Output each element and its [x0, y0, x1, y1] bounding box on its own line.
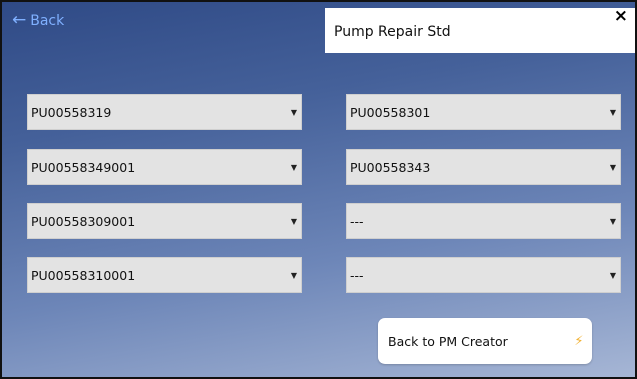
chevron-down-icon: ▼ [609, 162, 617, 172]
back-to-pm-creator-button[interactable]: Back to PM Creator ⚡ [378, 318, 592, 364]
select-left-3[interactable]: PU00558309001 ▼ [27, 203, 302, 239]
chevron-down-icon: ▼ [290, 270, 298, 280]
title-panel: Pump Repair Std × [325, 8, 635, 53]
dialog-frame: ← Back Pump Repair Std × PU00558319 ▼ PU… [0, 0, 637, 379]
chevron-down-icon: ▼ [609, 216, 617, 226]
select-left-4-value: PU00558310001 [31, 267, 136, 283]
back-to-pm-creator-label: Back to PM Creator [388, 333, 508, 349]
close-icon[interactable]: × [614, 8, 628, 25]
chevron-down-icon: ▼ [290, 216, 298, 226]
back-button[interactable]: ← Back [12, 12, 64, 29]
page-title: Pump Repair Std [334, 24, 451, 40]
lightning-bolt-icon: ⚡ [574, 333, 584, 349]
select-right-2[interactable]: PU00558343 ▼ [346, 149, 621, 185]
back-label: Back [30, 12, 65, 29]
select-right-1[interactable]: PU00558301 ▼ [346, 94, 621, 130]
select-left-2[interactable]: PU00558349001 ▼ [27, 149, 302, 185]
select-right-2-value: PU00558343 [350, 159, 431, 175]
chevron-down-icon: ▼ [609, 107, 617, 117]
select-right-3-value: --- [350, 213, 364, 229]
chevron-down-icon: ▼ [609, 270, 617, 280]
chevron-down-icon: ▼ [290, 107, 298, 117]
select-right-1-value: PU00558301 [350, 104, 431, 120]
chevron-down-icon: ▼ [290, 162, 298, 172]
select-left-2-value: PU00558349001 [31, 159, 136, 175]
select-left-3-value: PU00558309001 [31, 213, 136, 229]
left-arrow-icon: ← [12, 10, 27, 30]
select-right-4-value: --- [350, 267, 364, 283]
select-right-3[interactable]: --- ▼ [346, 203, 621, 239]
select-right-4[interactable]: --- ▼ [346, 257, 621, 293]
select-left-1[interactable]: PU00558319 ▼ [27, 94, 302, 130]
select-left-4[interactable]: PU00558310001 ▼ [27, 257, 302, 293]
select-left-1-value: PU00558319 [31, 104, 112, 120]
